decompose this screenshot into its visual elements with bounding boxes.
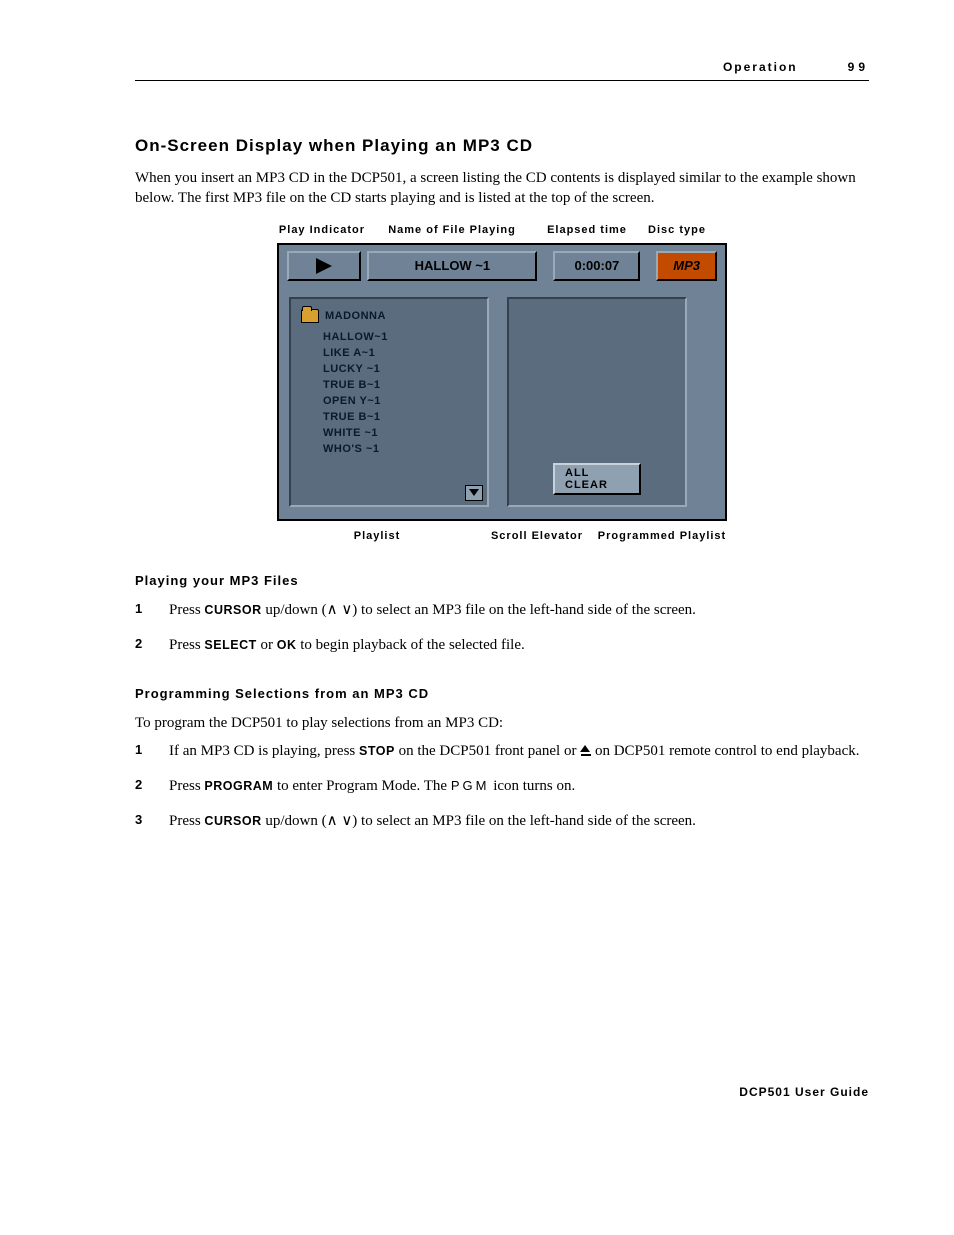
subheading-programming: Programming Selections from an MP3 CD	[135, 686, 869, 701]
label-name-of-file: Name of File Playing	[367, 223, 537, 237]
playlist-pane: MADONNA HALLOW~1 LIKE A~1 LUCKY ~1 TRUE …	[289, 297, 489, 507]
keyword-ok: OK	[277, 638, 297, 652]
label-programmed-playlist: Programmed Playlist	[597, 529, 727, 543]
section-heading: On-Screen Display when Playing an MP3 CD	[135, 136, 869, 156]
keyword-program: PROGRAM	[204, 779, 273, 793]
scroll-elevator[interactable]	[465, 485, 483, 501]
track-item: TRUE B~1	[301, 377, 479, 393]
osd-figure: Play Indicator Name of File Playing Elap…	[277, 223, 727, 544]
folder-row: MADONNA	[301, 307, 479, 325]
elapsed-time-box: 0:00:07	[553, 251, 640, 281]
label-elapsed-time: Elapsed time	[537, 223, 637, 237]
label-play-indicator: Play Indicator	[277, 223, 367, 237]
steps-playing: 1 Press CURSOR up/down (∧ ∨) to select a…	[135, 600, 869, 656]
header-page-number: 99	[848, 60, 869, 74]
label-disc-type: Disc type	[637, 223, 717, 237]
header-section: Operation	[723, 60, 798, 74]
step-number: 2	[135, 635, 169, 656]
folder-icon	[301, 309, 319, 323]
track-item: WHITE ~1	[301, 425, 479, 441]
disc-type-box: MP3	[656, 251, 717, 281]
programming-intro: To program the DCP501 to play selections…	[135, 713, 869, 733]
page-header: Operation 99	[135, 60, 869, 81]
osd-panel: HALLOW ~1 0:00:07 MP3 MADONNA HALLOW~1 L…	[277, 243, 727, 521]
steps-programming: 1 If an MP3 CD is playing, press STOP on…	[135, 741, 869, 832]
folder-name: MADONNA	[325, 310, 386, 322]
eject-icon	[580, 745, 591, 756]
track-item: TRUE B~1	[301, 409, 479, 425]
track-item: OPEN Y~1	[301, 393, 479, 409]
file-playing-box: HALLOW ~1	[367, 251, 537, 281]
keyword-cursor: CURSOR	[204, 603, 261, 617]
label-scroll-elevator: Scroll Elevator	[477, 529, 597, 543]
track-item: LIKE A~1	[301, 345, 479, 361]
step-item: 1 Press CURSOR up/down (∧ ∨) to select a…	[135, 600, 869, 621]
track-item: LUCKY ~1	[301, 361, 479, 377]
figure-bottom-labels: Playlist Scroll Elevator Programmed Play…	[277, 529, 727, 543]
step-item: 3 Press CURSOR up/down (∧ ∨) to select a…	[135, 811, 869, 832]
step-item: 1 If an MP3 CD is playing, press STOP on…	[135, 741, 869, 762]
keyword-stop: STOP	[359, 744, 395, 758]
label-playlist: Playlist	[277, 529, 477, 543]
osd-body: MADONNA HALLOW~1 LIKE A~1 LUCKY ~1 TRUE …	[279, 287, 725, 519]
step-number: 3	[135, 811, 169, 832]
keyword-select: SELECT	[204, 638, 256, 652]
all-clear-button[interactable]: ALL CLEAR	[553, 463, 641, 495]
subheading-playing-files: Playing your MP3 Files	[135, 573, 869, 588]
play-indicator-box	[287, 251, 361, 281]
figure-top-labels: Play Indicator Name of File Playing Elap…	[277, 223, 727, 237]
step-number: 1	[135, 600, 169, 621]
track-item: WHO'S ~1	[301, 441, 479, 457]
page-footer: DCP501 User Guide	[739, 1085, 869, 1099]
step-number: 2	[135, 776, 169, 797]
play-icon	[316, 258, 332, 274]
keyword-cursor: CURSOR	[204, 814, 261, 828]
intro-paragraph: When you insert an MP3 CD in the DCP501,…	[135, 168, 869, 209]
step-number: 1	[135, 741, 169, 762]
chevron-down-icon	[469, 489, 479, 496]
osd-status-bar: HALLOW ~1 0:00:07 MP3	[279, 245, 725, 287]
pgm-icon-text: PGM	[451, 778, 490, 793]
programmed-playlist-pane: ALL CLEAR	[507, 297, 687, 507]
track-item: HALLOW~1	[301, 329, 479, 345]
step-item: 2 Press PROGRAM to enter Program Mode. T…	[135, 776, 869, 797]
step-item: 2 Press SELECT or OK to begin playback o…	[135, 635, 869, 656]
